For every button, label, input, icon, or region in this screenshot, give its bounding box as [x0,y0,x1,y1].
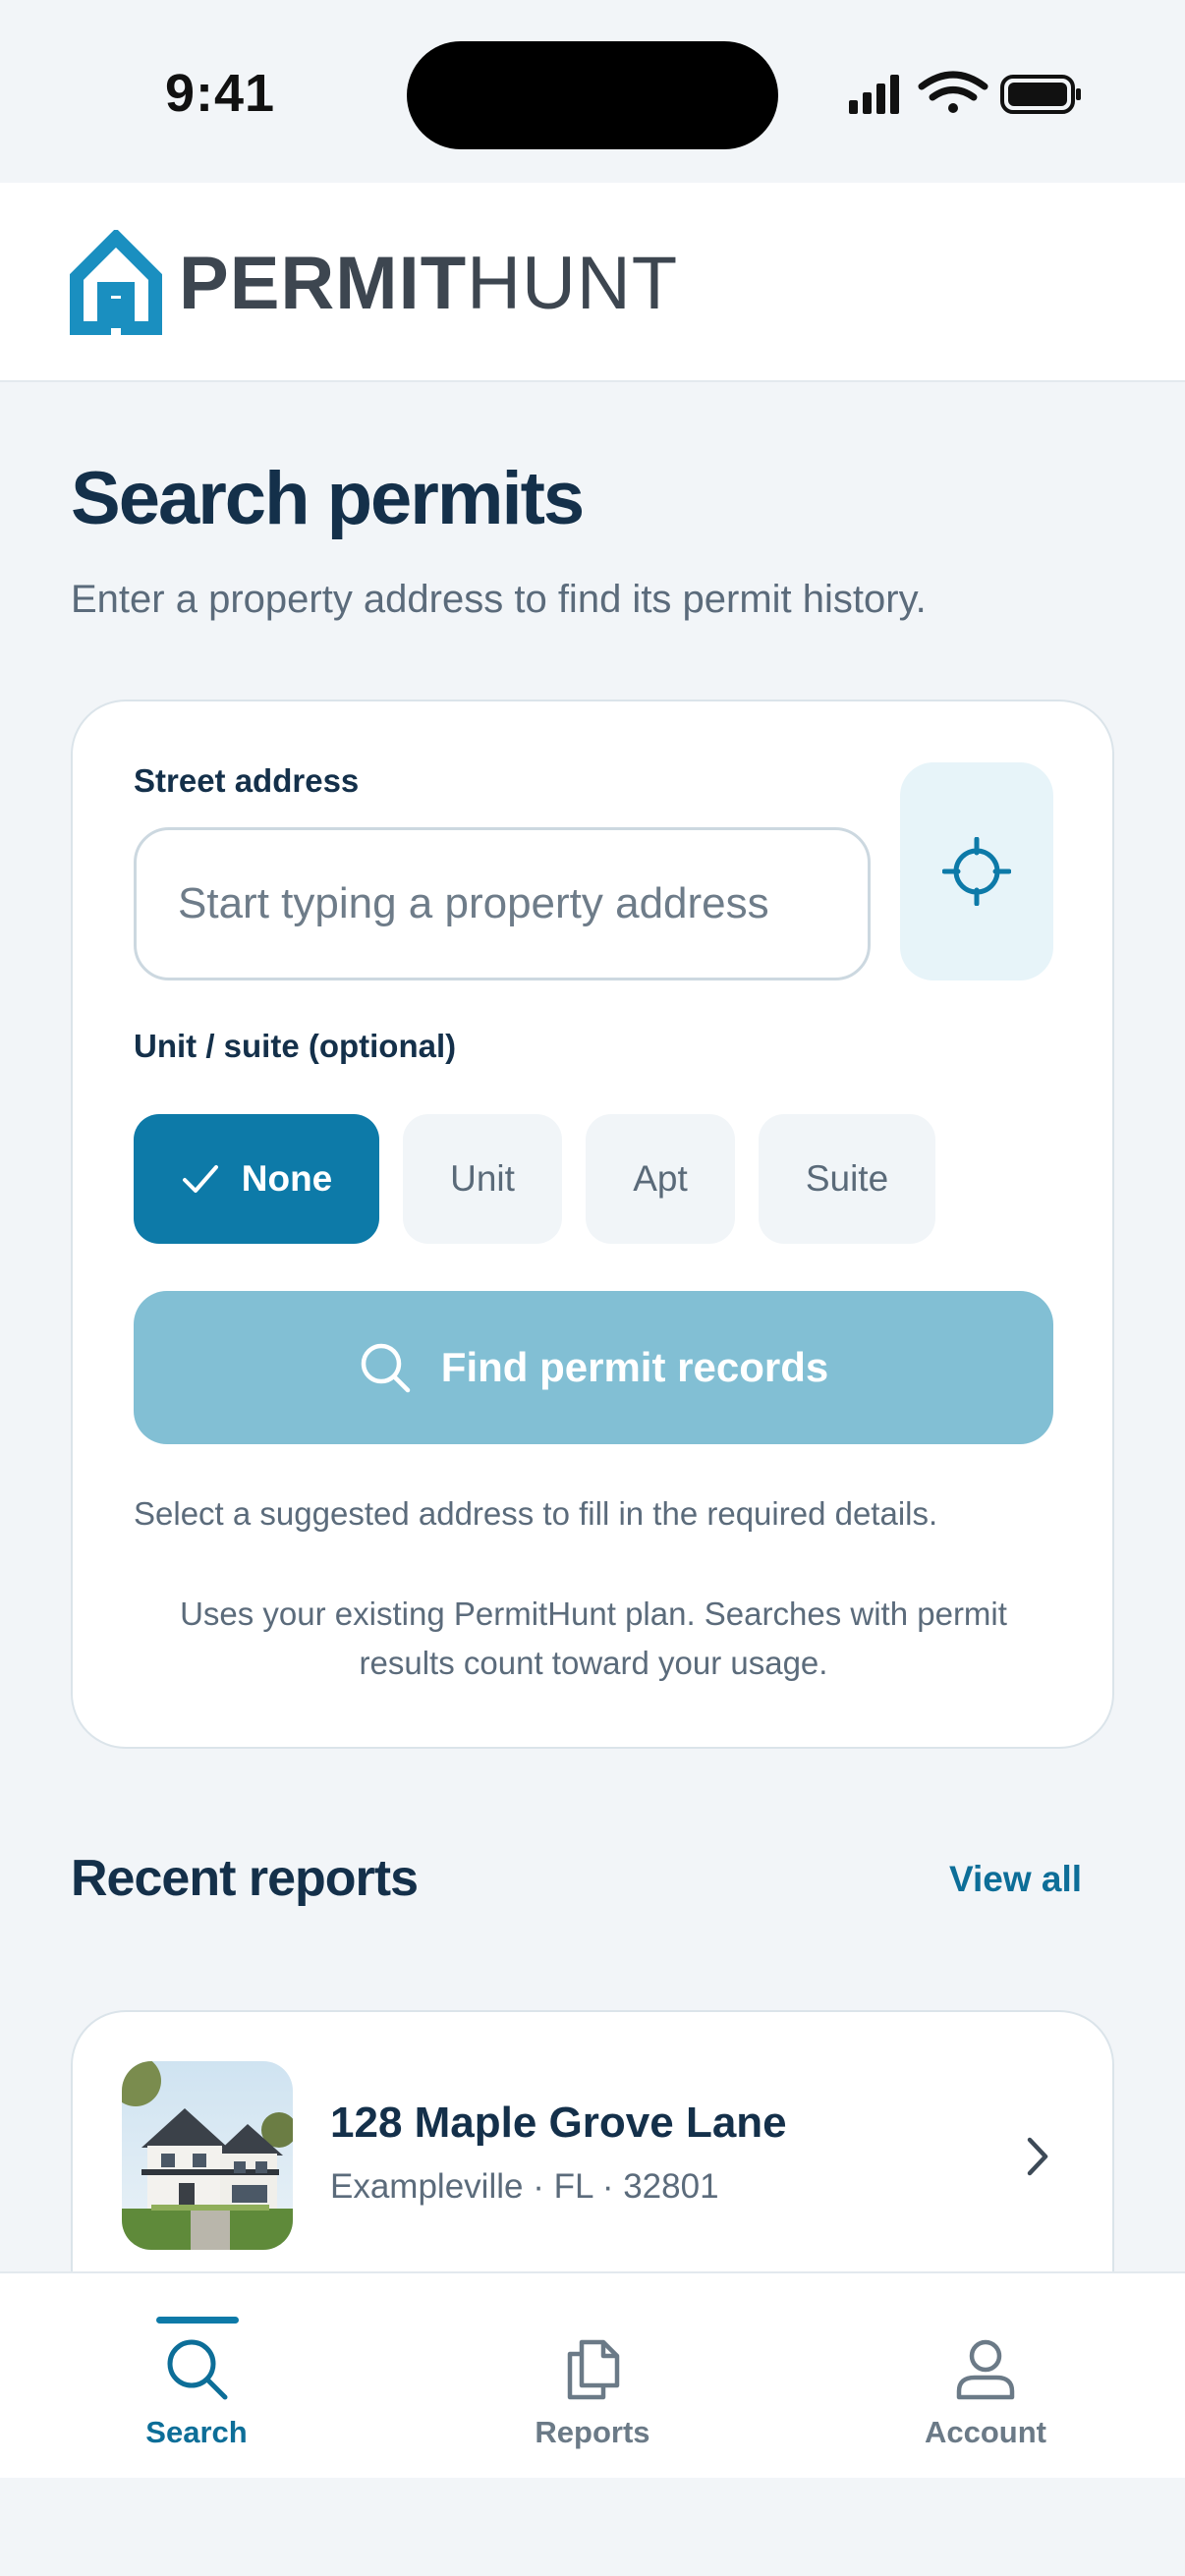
tab-bar: Search Reports Account [0,2271,1185,2478]
chip-label: Apt [633,1158,688,1199]
chip-label: None [241,1158,333,1199]
locate-button[interactable] [900,762,1053,980]
unit-chip-none[interactable]: None [134,1114,379,1244]
view-all-link[interactable]: View all [949,1859,1082,1900]
permithunt-logo: PERMITHUNT [69,230,678,338]
report-address: 128 Maple Grove Lane [330,2099,787,2147]
documents-icon [567,2339,620,2400]
unit-label: Unit / suite (optional) [134,1028,457,1064]
tab-label: Reports [535,2415,650,2449]
house-photo [122,2061,293,2250]
home-indicator-area [0,2478,1185,2576]
house-logo-icon [70,230,162,335]
tab-account[interactable]: Account [887,2273,1084,2480]
search-card: Street address Unit / suite (optional) N… [71,700,1114,1749]
signal-icon [849,75,899,114]
chip-label: Unit [450,1158,515,1199]
report-location: Exampleville · FL · 32801 [330,2167,719,2206]
page-title: Search permits [71,457,585,540]
unit-chip-group: None Unit Apt Suite [134,1114,935,1244]
tab-search[interactable]: Search [98,2273,295,2480]
unit-chip-apt[interactable]: Apt [586,1114,735,1244]
page-subtitle: Enter a property address to find its per… [71,578,927,621]
address-hint: Select a suggested address to fill in th… [134,1495,938,1532]
checkmark-icon [182,1165,218,1193]
chevron-right-icon [1027,2137,1048,2176]
chip-label: Suite [805,1158,889,1199]
crosshair-icon [942,837,1011,906]
address-label: Street address [134,762,360,799]
app-header: PERMITHUNT [0,183,1185,382]
dynamic-island [407,41,778,149]
unit-chip-suite[interactable]: Suite [759,1114,935,1244]
find-button-label: Find permit records [440,1344,829,1390]
search-icon [361,1343,411,1393]
recent-reports-title: Recent reports [71,1850,419,1907]
wifi-icon [918,71,988,113]
tab-label: Search [145,2415,248,2449]
search-icon [167,2339,228,2400]
logo-bold: PERMIT [179,242,468,325]
logo-wordmark: PERMITHUNT [179,247,678,321]
status-icons [849,71,1081,114]
person-icon [956,2339,1015,2400]
status-bar: 9:41 [0,0,1185,183]
status-time: 9:41 [165,64,276,123]
tab-reports[interactable]: Reports [494,2273,691,2480]
unit-chip-unit[interactable]: Unit [403,1114,562,1244]
battery-icon [1000,75,1081,114]
find-permit-records-button[interactable]: Find permit records [134,1291,1053,1444]
plan-note: Uses your existing PermitHunt plan. Sear… [180,1596,1007,1681]
logo-light: HUNT [467,242,679,325]
tab-label: Account [925,2415,1046,2449]
address-input[interactable] [134,827,871,980]
